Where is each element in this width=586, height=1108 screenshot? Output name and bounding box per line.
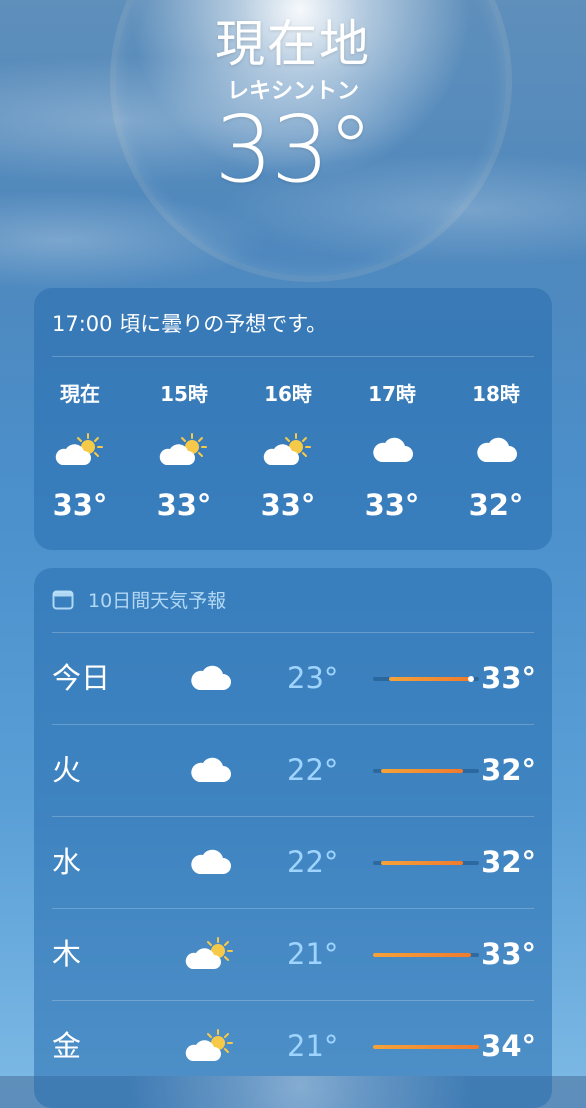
temp-range-fill — [373, 1045, 479, 1049]
ten-day-header: 10日間天気予報 — [52, 586, 226, 613]
hour-temp: 33° — [364, 488, 420, 522]
hourly-list[interactable]: 現在 33° 15時 33° 16時 33° 17時 33° 18時 32° — [34, 378, 552, 522]
cloud-icon — [191, 849, 231, 874]
day-high-temp: 33° — [481, 937, 536, 971]
current-temperature: 33° — [214, 96, 373, 203]
partly-cloudy-sun-icon — [185, 1029, 233, 1061]
day-high-temp: 34° — [481, 1029, 536, 1063]
day-row-tue[interactable]: 火 22° 32° — [52, 724, 536, 816]
hour-item-18: 18時 32° — [444, 378, 548, 522]
hour-temp: 33° — [156, 488, 212, 522]
location-header: 現在地 レキシントン 33° — [0, 12, 586, 200]
current-temp-dot — [467, 676, 474, 682]
day-high-temp: 33° — [481, 661, 536, 695]
day-name: 火 — [52, 753, 82, 787]
cloud-icon — [340, 422, 444, 478]
hour-label: 18時 — [472, 382, 520, 406]
hour-temp: 32° — [468, 488, 524, 522]
hour-item-16: 16時 33° — [236, 378, 340, 522]
day-low-temp: 21° — [287, 1029, 339, 1063]
hourly-divider — [52, 356, 534, 357]
partly-cloudy-sun-icon — [132, 422, 236, 478]
partly-cloudy-sun-icon — [185, 937, 233, 969]
partly-cloudy-sun-icon — [28, 422, 132, 478]
day-high-temp: 32° — [481, 753, 536, 787]
cloud-icon — [176, 724, 244, 816]
hour-label: 15時 — [160, 382, 208, 406]
partly-cloudy-sun-icon — [159, 433, 207, 465]
location-title: 現在地 — [215, 15, 371, 73]
day-low-temp: 22° — [287, 753, 339, 787]
day-low-temp: 22° — [287, 845, 339, 879]
cloud-icon — [191, 757, 231, 782]
hour-label: 16時 — [264, 382, 312, 406]
hour-label: 17時 — [368, 382, 416, 406]
cloud-icon — [191, 665, 231, 690]
temp-range-bar — [373, 676, 479, 682]
cloud-icon — [373, 437, 413, 462]
temp-range-fill — [373, 953, 471, 957]
day-name: 水 — [52, 845, 82, 879]
day-row-thu[interactable]: 木 21° 33° — [52, 908, 536, 1000]
cloud-icon — [444, 422, 548, 478]
ten-day-title: 10日間天気予報 — [88, 590, 227, 612]
temp-range-bar — [373, 861, 479, 865]
day-row-fri[interactable]: 金 21° 34° — [52, 1000, 536, 1092]
cloud-icon — [176, 816, 244, 908]
partly-cloudy-sun-icon — [263, 433, 311, 465]
temp-range-bar — [373, 769, 479, 773]
temp-range-bar — [373, 953, 479, 957]
hourly-forecast-card[interactable]: 17:00 頃に曇りの予想です。 現在 33° 15時 33° 16時 33° … — [34, 288, 552, 550]
calendar-icon — [52, 590, 74, 609]
hour-label: 現在 — [60, 382, 100, 406]
day-high-temp: 32° — [481, 845, 536, 879]
temp-range-fill — [381, 861, 463, 865]
hour-item-now: 現在 33° — [28, 378, 132, 522]
cloud-icon — [477, 437, 517, 462]
partly-cloudy-sun-icon — [236, 422, 340, 478]
day-row-wed[interactable]: 水 22° 32° — [52, 816, 536, 908]
day-name: 木 — [52, 937, 82, 971]
day-name: 今日 — [52, 661, 111, 695]
day-name: 金 — [52, 1029, 82, 1063]
day-low-temp: 23° — [287, 661, 339, 695]
cloud-icon — [176, 632, 244, 724]
partly-cloudy-sun-icon — [176, 1000, 244, 1092]
hour-temp: 33° — [260, 488, 316, 522]
ten-day-forecast-card[interactable]: 10日間天気予報 今日 23° 33° 火 22° 32° 水 22° 32° … — [34, 568, 552, 1108]
hour-item-15: 15時 33° — [132, 378, 236, 522]
partly-cloudy-sun-icon — [55, 433, 103, 465]
hour-item-17: 17時 33° — [340, 378, 444, 522]
temp-range-fill — [389, 677, 471, 681]
temp-range-fill — [381, 769, 463, 773]
hourly-summary: 17:00 頃に曇りの予想です。 — [52, 312, 328, 336]
day-low-temp: 21° — [287, 937, 339, 971]
partly-cloudy-sun-icon — [176, 908, 244, 1000]
hour-temp: 33° — [52, 488, 108, 522]
temp-range-bar — [373, 1045, 479, 1049]
day-row-today[interactable]: 今日 23° 33° — [52, 632, 536, 724]
